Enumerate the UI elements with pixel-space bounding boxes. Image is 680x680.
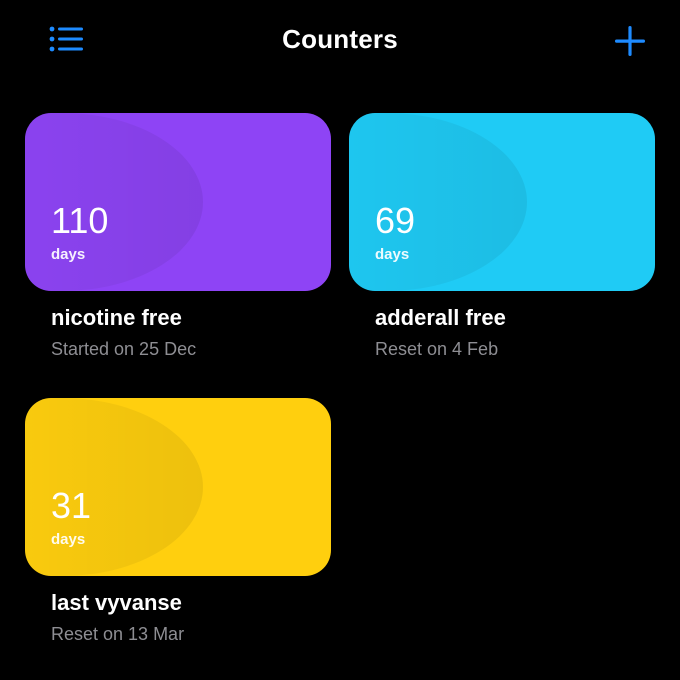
counter-item: 110 days nicotine free Started on 25 Dec — [25, 113, 331, 359]
counter-name: nicotine free — [51, 305, 182, 330]
counter-item: 31 days last vyvanse Reset on 13 Mar — [25, 398, 331, 644]
counter-subtitle: Started on 25 Dec — [51, 339, 197, 359]
counter-unit: days — [51, 531, 86, 548]
counter-item: 69 days adderall free Reset on 4 Feb — [349, 113, 655, 359]
counter-card[interactable]: 69 days — [349, 113, 655, 291]
counter-unit: days — [51, 246, 86, 263]
counter-card[interactable]: 31 days — [25, 398, 331, 576]
counter-name: last vyvanse — [51, 590, 182, 615]
counter-card[interactable]: 110 days — [25, 113, 331, 291]
counter-value: 110 — [51, 200, 109, 241]
plus-icon[interactable] — [610, 22, 650, 62]
counter-unit: days — [375, 246, 410, 263]
counter-value: 69 — [375, 200, 416, 241]
counter-value: 31 — [51, 485, 92, 526]
page-title: Counters — [282, 24, 398, 54]
header: Counters — [0, 0, 680, 80]
counter-name: adderall free — [375, 305, 506, 330]
counter-subtitle: Reset on 4 Feb — [375, 339, 499, 359]
counter-subtitle: Reset on 13 Mar — [51, 624, 185, 644]
